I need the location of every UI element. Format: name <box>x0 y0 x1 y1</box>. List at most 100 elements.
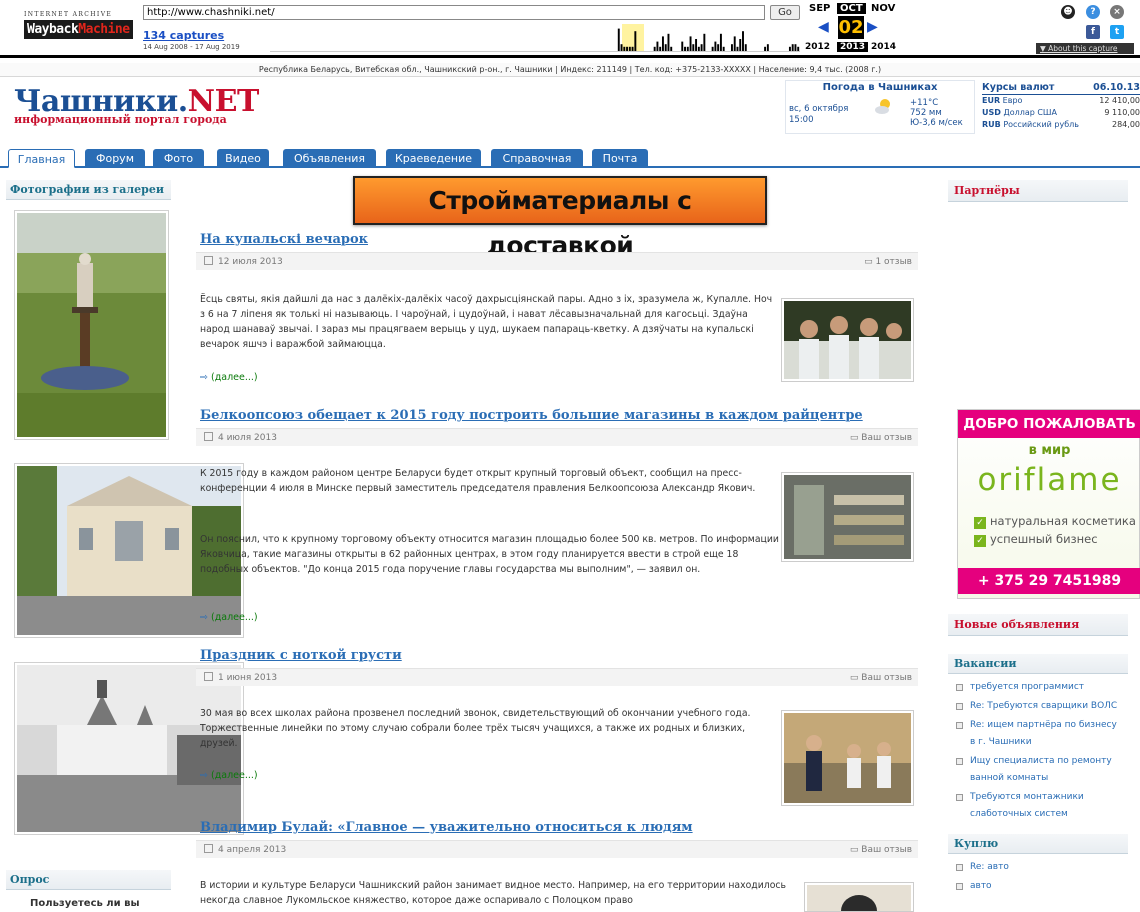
wayback-logo[interactable]: INTERNET ARCHIVE WaybackMachine <box>10 6 133 50</box>
tab-mail[interactable]: Почта <box>592 149 648 168</box>
list-item[interactable]: авто <box>948 877 1128 896</box>
next-capture-arrow-icon[interactable]: ▶ <box>867 19 878 35</box>
wayback-captures-link[interactable]: 134 captures <box>143 29 224 42</box>
tab-local-history[interactable]: Краеведение <box>386 149 481 168</box>
article-thumbnail[interactable] <box>781 298 914 382</box>
store-shelves-image <box>784 475 911 559</box>
oriflame-benefit-2: ✓ успешный бизнес <box>974 532 1098 547</box>
tab-home[interactable]: Главная <box>8 149 75 168</box>
sparkline-bar <box>766 44 769 52</box>
sparkline-bar <box>744 44 747 52</box>
comment-link[interactable]: ▭ Ваш отзыв <box>850 429 912 447</box>
article: Праздник с ноткой грусти 1 июня 2013 ▭ Ва… <box>196 648 918 806</box>
article: На купальскі вечарок 12 июля 2013 ▭ 1 отз… <box>196 232 918 392</box>
list-item[interactable]: Re: авто <box>948 858 1128 877</box>
list-item[interactable]: Требуются монтажники слаботочных систем <box>948 788 1128 824</box>
article-title[interactable]: Белкоопсоюз обещает к 2015 году построит… <box>200 408 863 423</box>
weather-widget: Погода в Чашниках вс, 6 октября 15:00 +11… <box>785 80 975 134</box>
wayback-capture-range: 14 Aug 2008 - 17 Aug 2019 <box>143 43 240 51</box>
new-ads-section: Новые объявления Вакансии требуется прог… <box>948 614 1128 896</box>
rates-header: Курсы валют 06.10.13 <box>982 82 1140 95</box>
article-title[interactable]: Владимир Булай: «Главное — уважительно о… <box>200 820 693 835</box>
year-current: 2013 <box>837 42 869 52</box>
vacancies-list: требуется программист Re: Требуются свар… <box>948 678 1128 824</box>
comment-link[interactable]: ▭ Ваш отзыв <box>850 669 912 687</box>
prev-capture-arrow-icon[interactable]: ◀ <box>818 19 829 35</box>
oriflame-phone: + 375 29 7451989 <box>958 568 1140 594</box>
sparkline-bar <box>703 33 706 52</box>
article-thumbnail[interactable] <box>781 710 914 806</box>
year-prev[interactable]: 2012 <box>805 42 830 52</box>
partly-cloudy-icon <box>875 99 890 114</box>
sparkline-bar <box>681 41 684 52</box>
read-more-link[interactable]: ⇨ (далее...) <box>200 770 258 781</box>
ad-banner-building-materials[interactable]: Стройматериалы с доставкой <box>353 176 767 260</box>
wayback-logo-top: INTERNET ARCHIVE <box>24 11 113 18</box>
site-logo[interactable]: Чашники.NET информационный портал города <box>14 84 274 134</box>
tab-directory[interactable]: Справочная <box>491 149 583 168</box>
tab-photo[interactable]: Фото <box>153 149 204 168</box>
month-next[interactable]: NOV <box>871 3 895 14</box>
article-title[interactable]: На купальскі вечарок <box>200 232 368 247</box>
article-body-2: Он пояснил, что к крупному торговому объ… <box>200 534 779 575</box>
poll-question: Пользуетесь ли вы <box>30 898 140 909</box>
help-icon[interactable]: ? <box>1086 5 1100 19</box>
read-more-link[interactable]: ⇨ (далее...) <box>200 612 258 623</box>
new-ads-title: Новые объявления <box>948 614 1128 636</box>
about-capture-link[interactable]: ▼ About this capture <box>1036 43 1134 54</box>
oriflame-welcome: ДОБРО ПОЖАЛОВАТЬ <box>958 410 1140 438</box>
article-body: В истории и культуре Беларуси Чашникский… <box>200 880 786 906</box>
oriflame-logo: oriflame <box>977 462 1122 498</box>
list-item[interactable]: требуется программист <box>948 678 1128 697</box>
wayback-toolbar: INTERNET ARCHIVE WaybackMachine http://w… <box>0 0 1140 58</box>
tab-ads[interactable]: Объявления <box>283 149 376 168</box>
wayback-url-input[interactable]: http://www.chashniki.net/ <box>143 5 765 20</box>
oriflame-ad[interactable]: ДОБРО ПОЖАЛОВАТЬ в мир oriflame ✓ натурал… <box>957 409 1140 599</box>
article-thumbnail[interactable] <box>804 882 914 912</box>
sparkline-bar <box>689 36 692 52</box>
list-item[interactable]: Re: ищем партнёра по бизнесу в г. Чашник… <box>948 716 1128 752</box>
article-meta: 1 июня 2013 ▭ Ваш отзыв <box>196 668 918 686</box>
sparkline-bar <box>667 33 670 52</box>
close-icon[interactable]: × <box>1110 5 1124 19</box>
tab-forum[interactable]: Форум <box>85 149 145 168</box>
article-thumbnail[interactable] <box>781 472 914 562</box>
article-meta: 4 апреля 2013 ▭ Ваш отзыв <box>196 840 918 858</box>
buy-title[interactable]: Куплю <box>948 834 1128 854</box>
read-more-link[interactable]: ⇨ (далее...) <box>200 372 258 383</box>
tab-video[interactable]: Видео <box>217 149 269 168</box>
month-current: OCT <box>837 3 866 14</box>
sparkline-bar <box>742 31 744 52</box>
twitter-icon[interactable]: t <box>1110 25 1124 39</box>
wayback-sparkline[interactable] <box>270 24 800 52</box>
article-meta: 12 июля 2013 ▭ 1 отзыв <box>196 252 918 270</box>
location-info-bar: Республика Беларусь, Витебская обл., Чаш… <box>0 63 1140 77</box>
sparkline-bar <box>730 44 733 52</box>
weather-title[interactable]: Погода в Чашниках <box>786 81 974 94</box>
month-prev[interactable]: SEP <box>809 3 830 14</box>
main-nav: Главная Форум Фото Видео Объявления Крае… <box>0 147 1140 168</box>
vacancies-title[interactable]: Вакансии <box>948 654 1128 674</box>
sparkline-bar <box>739 39 742 52</box>
list-item[interactable]: Ищу специалиста по ремонту ванной комнат… <box>948 752 1128 788</box>
wayback-go-button[interactable]: Go <box>770 5 800 20</box>
article-title[interactable]: Праздник с ноткой грусти <box>200 648 402 663</box>
facebook-icon[interactable]: f <box>1086 25 1100 39</box>
article-meta: 4 июля 2013 ▭ Ваш отзыв <box>196 428 918 446</box>
user-icon[interactable]: ☻ <box>1061 5 1075 19</box>
sparkline-bar <box>664 44 667 52</box>
rate-row: EUR Евро 12 410,00 <box>982 96 1140 105</box>
sparkline-bar <box>719 33 722 52</box>
year-next[interactable]: 2014 <box>871 42 896 52</box>
capture-day: 02 <box>838 16 864 39</box>
comment-link[interactable]: ▭ 1 отзыв <box>864 253 912 271</box>
statue-photo-image <box>17 213 166 437</box>
comment-link[interactable]: ▭ Ваш отзыв <box>850 841 912 859</box>
oriflame-world: в мир <box>1028 443 1071 458</box>
left-sidebar: Фотографии из галереи Опрос Пользуетесь … <box>6 180 244 912</box>
sparkline-bar <box>692 44 695 52</box>
weather-datetime: вс, 6 октября 15:00 <box>789 104 849 125</box>
gallery-photo-statue[interactable] <box>14 210 169 440</box>
list-item[interactable]: Re: Требуются сварщики ВОЛС <box>948 697 1128 716</box>
girls-wreaths-image <box>784 301 911 379</box>
